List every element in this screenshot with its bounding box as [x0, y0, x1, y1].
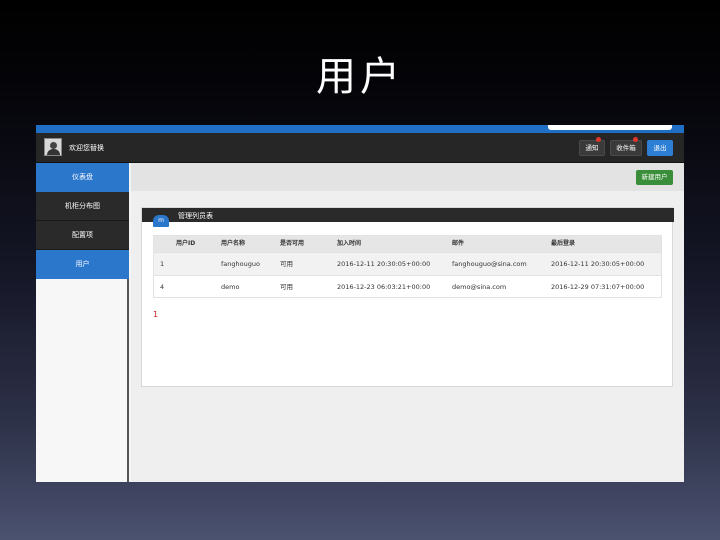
cell-email: demo@sina.com — [452, 283, 507, 291]
user-table: 用户ID 用户名称 是否可用 加入时间 邮件 最后登录 1 fanghouguo… — [153, 235, 662, 298]
new-user-button[interactable]: 新建用户 — [636, 170, 673, 185]
inbox-button[interactable]: 收件箱 — [610, 137, 642, 156]
column-header-email[interactable]: 邮件 — [452, 236, 464, 252]
inbox-label: 收件箱 — [616, 144, 636, 152]
table-row[interactable]: 1 fanghouguo 可用 2016-12-11 20:30:05+00:0… — [154, 252, 661, 275]
panel-header: 管理列员表 — [142, 208, 674, 222]
app-window: 欢迎您替换 通知 收件箱 退出 仪表盘 机柜分布图 配置项 用户 新建用户 管理… — [36, 125, 684, 482]
column-header-name[interactable]: 用户名称 — [221, 236, 245, 252]
top-strip-pill — [548, 125, 672, 130]
sidebar: 仪表盘 机柜分布图 配置项 用户 — [36, 163, 129, 482]
cell-name[interactable]: fanghouguo — [221, 253, 260, 276]
table-header-row: 用户ID 用户名称 是否可用 加入时间 邮件 最后登录 — [154, 236, 661, 252]
notification-flag-icon — [596, 137, 601, 142]
cell-name[interactable]: demo — [221, 276, 239, 298]
cell-id: 4 — [160, 283, 165, 291]
column-header-status[interactable]: 是否可用 — [280, 236, 304, 252]
sidebar-item-users[interactable]: 用户 — [36, 250, 129, 279]
cell-joined: 2016-12-23 06:03:21+00:00 — [337, 283, 431, 291]
cell-status: 可用 — [280, 260, 293, 268]
column-header-id[interactable]: 用户ID — [176, 236, 195, 252]
column-header-joined[interactable]: 加入时间 — [337, 236, 361, 252]
cell-status: 可用 — [280, 283, 293, 291]
notify-label: 通知 — [585, 144, 599, 152]
table-row[interactable]: 4 demo 可用 2016-12-23 06:03:21+00:00 demo… — [154, 275, 661, 297]
sidebar-item-config[interactable]: 配置项 — [36, 221, 129, 250]
sidebar-item-dashboard[interactable]: 仪表盘 — [36, 163, 129, 192]
sidebar-item-label: 仪表盘 — [72, 173, 93, 181]
panel-title: 管理列员表 — [178, 212, 213, 220]
sidebar-item-rack-map[interactable]: 机柜分布图 — [36, 192, 129, 221]
column-header-last-login[interactable]: 最后登录 — [551, 236, 575, 252]
sidebar-item-label: 机柜分布图 — [65, 202, 100, 210]
sidebar-item-label: 配置项 — [72, 231, 93, 239]
pagination-page-link[interactable]: 1 — [153, 310, 158, 319]
avatar-torso-shape — [47, 149, 60, 155]
list-icon: m — [153, 215, 169, 227]
top-strip — [36, 125, 684, 133]
navbar: 欢迎您替换 通知 收件箱 退出 — [36, 133, 684, 163]
slide-title: 用户 — [316, 54, 404, 100]
main-content: 新建用户 管理列员表 m 用户ID 用户名称 是否可用 加入时间 邮件 最后登录… — [131, 163, 684, 482]
cell-email: fanghouguo@sina.com — [452, 260, 527, 268]
user-avatar-icon[interactable] — [44, 138, 62, 156]
welcome-text: 欢迎您替换 — [69, 144, 104, 152]
cell-last-login: 2016-12-11 20:30:05+00:00 — [551, 260, 645, 268]
cell-id: 1 — [160, 260, 165, 268]
toolbar: 新建用户 — [131, 163, 684, 191]
sidebar-item-label: 用户 — [75, 260, 90, 268]
user-list-panel: 管理列员表 m 用户ID 用户名称 是否可用 加入时间 邮件 最后登录 1 fa… — [141, 207, 674, 387]
cell-joined: 2016-12-11 20:30:05+00:00 — [337, 260, 431, 268]
logout-button[interactable]: 退出 — [647, 140, 673, 156]
inbox-flag-icon — [633, 137, 638, 142]
logout-label: 退出 — [653, 144, 667, 152]
cell-last-login: 2016-12-29 07:31:07+00:00 — [551, 283, 645, 291]
notify-button[interactable]: 通知 — [579, 137, 605, 156]
avatar-head-shape — [50, 142, 57, 149]
